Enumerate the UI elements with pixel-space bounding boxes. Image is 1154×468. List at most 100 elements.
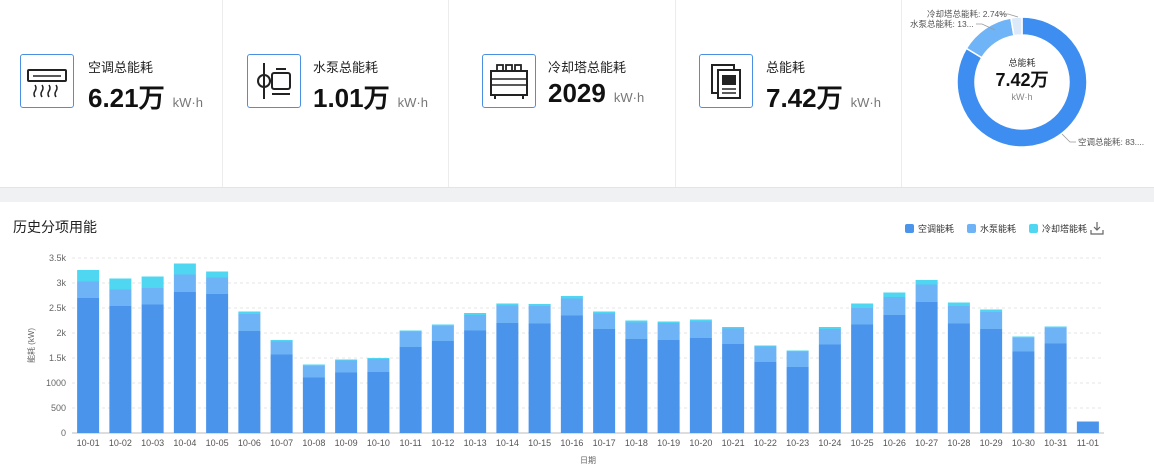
bar-segment-ac[interactable] (883, 315, 906, 433)
bar-segment-pump[interactable] (431, 326, 454, 341)
bar-segment-ac[interactable] (238, 331, 261, 433)
bar-segment-pump[interactable] (689, 321, 712, 339)
bar-segment-tower[interactable] (689, 319, 712, 322)
bar-segment-tower[interactable] (1012, 336, 1035, 339)
bar-segment-pump[interactable] (302, 366, 325, 378)
bar-segment-pump[interactable] (464, 315, 487, 331)
bar-segment-pump[interactable] (238, 314, 261, 331)
bar-segment-pump[interactable] (173, 274, 196, 293)
bar-segment-tower[interactable] (883, 292, 906, 298)
bar-segment-tower[interactable] (367, 358, 390, 359)
bar-segment-ac[interactable] (1076, 421, 1099, 434)
bar-segment-ac[interactable] (754, 362, 777, 433)
bar-segment-ac[interactable] (625, 339, 648, 433)
bar-segment-pump[interactable] (851, 308, 874, 325)
bar-segment-pump[interactable] (206, 277, 229, 295)
bar-segment-ac[interactable] (302, 377, 325, 434)
bar-segment-tower[interactable] (625, 320, 648, 323)
bar-segment-tower[interactable] (754, 345, 777, 347)
bar-segment-ac[interactable] (657, 340, 680, 433)
bar-segment-tower[interactable] (947, 302, 970, 307)
bar-segment-ac[interactable] (141, 304, 164, 434)
bar-segment-ac[interactable] (77, 298, 100, 433)
bar-segment-pump[interactable] (947, 306, 970, 324)
bar-segment-ac[interactable] (947, 323, 970, 434)
bar-segment-ac[interactable] (1044, 343, 1067, 434)
bar-segment-pump[interactable] (335, 360, 358, 373)
bar-segment-pump[interactable] (786, 351, 809, 368)
bar-segment-tower[interactable] (496, 303, 519, 306)
bar-segment-tower[interactable] (722, 327, 745, 329)
bar-segment-pump[interactable] (496, 305, 519, 324)
bar-segment-ac[interactable] (399, 347, 422, 433)
download-icon[interactable] (1090, 221, 1104, 235)
legend-item-tower[interactable]: 冷却塔能耗 (1029, 222, 1087, 235)
bar-segment-pump[interactable] (77, 281, 100, 299)
bar-segment-tower[interactable] (399, 330, 422, 332)
bar-segment-pump[interactable] (1044, 328, 1067, 344)
bar-segment-ac[interactable] (851, 324, 874, 434)
bar-segment-ac[interactable] (722, 344, 745, 433)
bar-segment-pump[interactable] (399, 331, 422, 348)
bar-segment-ac[interactable] (593, 329, 616, 433)
bar-segment-pump[interactable] (270, 341, 293, 355)
bar-segment-ac[interactable] (367, 372, 390, 433)
bar-segment-ac[interactable] (786, 367, 809, 433)
bar-segment-pump[interactable] (657, 323, 680, 340)
bar-segment-tower[interactable] (818, 327, 841, 329)
bar-segment-tower[interactable] (238, 311, 261, 315)
bar-segment-tower[interactable] (851, 303, 874, 309)
legend-item-pump[interactable]: 水泵能耗 (967, 222, 1016, 235)
bar-segment-ac[interactable] (173, 292, 196, 433)
bar-segment-pump[interactable] (141, 288, 164, 305)
bar-segment-tower[interactable] (206, 271, 229, 278)
bar-segment-ac[interactable] (109, 306, 132, 433)
bar-segment-ac[interactable] (915, 302, 938, 433)
bar-segment-tower[interactable] (109, 278, 132, 290)
bar-segment-pump[interactable] (915, 284, 938, 303)
bar-segment-tower[interactable] (560, 296, 583, 299)
bar-segment-pump[interactable] (980, 312, 1003, 329)
bar-segment-pump[interactable] (625, 322, 648, 340)
bar-segment-ac[interactable] (980, 329, 1003, 433)
bar-segment-ac[interactable] (818, 344, 841, 434)
bar-segment-pump[interactable] (367, 359, 390, 372)
bar-segment-pump[interactable] (528, 306, 551, 324)
bar-segment-ac[interactable] (335, 372, 358, 434)
bar-segment-pump[interactable] (883, 297, 906, 315)
x-tick-label: 10-19 (657, 438, 680, 448)
bar-segment-tower[interactable] (141, 276, 164, 289)
bar-segment-tower[interactable] (335, 359, 358, 361)
bar-segment-pump[interactable] (109, 289, 132, 307)
bar-segment-ac[interactable] (528, 323, 551, 434)
bar-segment-tower[interactable] (302, 364, 325, 367)
bar-segment-tower[interactable] (786, 350, 809, 352)
bar-segment-ac[interactable] (270, 354, 293, 434)
bar-segment-tower[interactable] (270, 340, 293, 342)
bar-segment-tower[interactable] (528, 304, 551, 306)
bar-segment-pump[interactable] (754, 346, 777, 363)
bar-segment-tower[interactable] (431, 324, 454, 327)
bar-segment-ac[interactable] (496, 323, 519, 433)
bar-segment-tower[interactable] (593, 311, 616, 314)
bar-segment-tower[interactable] (173, 263, 196, 275)
bar-segment-ac[interactable] (689, 338, 712, 433)
bar-segment-ac[interactable] (206, 294, 229, 433)
bar-segment-pump[interactable] (818, 329, 841, 345)
bar-segment-pump[interactable] (722, 328, 745, 345)
bar-segment-tower[interactable] (657, 321, 680, 324)
bar-segment-ac[interactable] (1012, 351, 1035, 434)
bar-segment-tower[interactable] (980, 309, 1003, 313)
bar-segment-ac[interactable] (464, 330, 487, 434)
bar-segment-ac[interactable] (560, 315, 583, 434)
bar-segment-tower[interactable] (77, 270, 100, 282)
legend-item-ac[interactable]: 空调能耗 (905, 222, 954, 235)
bar-segment-pump[interactable] (560, 298, 583, 316)
bar-segment-pump[interactable] (1012, 338, 1035, 352)
bar-segment-tower[interactable] (1044, 326, 1067, 329)
bar-segment-tower[interactable] (464, 313, 487, 315)
bar-segment-pump[interactable] (593, 313, 616, 330)
bar-segment-ac[interactable] (431, 341, 454, 433)
bar-segment-tower[interactable] (915, 280, 938, 285)
pump-energy-card: 水泵总能耗 1.01万 kW·h (222, 0, 449, 187)
